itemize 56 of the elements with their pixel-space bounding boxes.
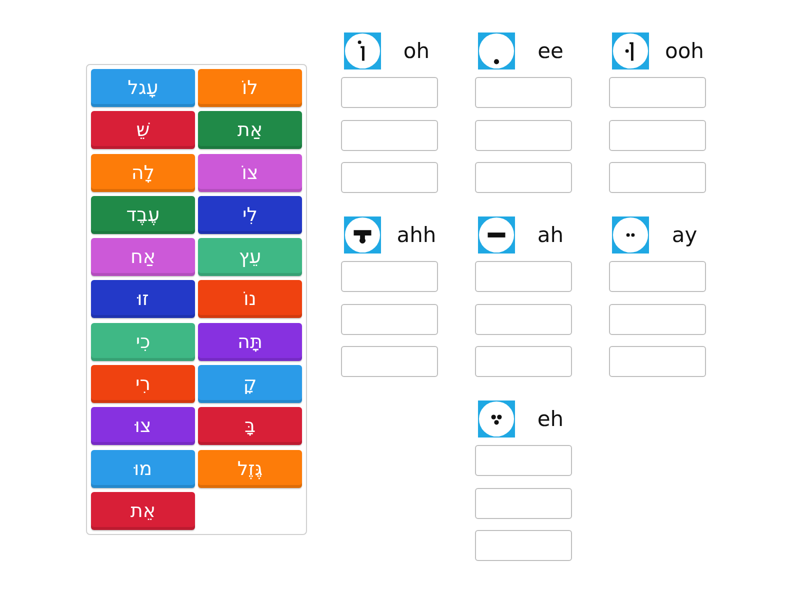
- word-tile[interactable]: זוּ: [91, 280, 195, 318]
- group-label: ay: [670, 223, 698, 247]
- word-tile[interactable]: עֵץ: [198, 238, 302, 276]
- answer-box[interactable]: [341, 120, 438, 150]
- word-tile[interactable]: לִי: [198, 196, 302, 234]
- group-label: eh: [536, 407, 565, 431]
- word-tile[interactable]: לוֹ: [198, 69, 302, 107]
- word-tile[interactable]: צוּ: [91, 407, 195, 446]
- answer-box[interactable]: [609, 346, 706, 377]
- segol-icon: [478, 400, 515, 438]
- group-label: oh: [402, 39, 431, 63]
- answer-box[interactable]: [609, 120, 706, 150]
- word-tile[interactable]: אֵת: [91, 492, 195, 530]
- answer-box[interactable]: [475, 445, 572, 476]
- word-tile[interactable]: שֵׁ: [91, 111, 195, 150]
- answer-box[interactable]: [475, 162, 572, 193]
- group-label: ahh: [396, 223, 438, 247]
- word-tile[interactable]: נוֹ: [198, 280, 302, 318]
- qamats-icon: [344, 216, 381, 254]
- answer-box[interactable]: [341, 304, 438, 334]
- answer-box[interactable]: [341, 261, 438, 292]
- word-tile[interactable]: צוֹ: [198, 154, 302, 192]
- word-tile[interactable]: קָ: [198, 365, 302, 404]
- shuruk-icon: [612, 32, 649, 70]
- answer-box[interactable]: [475, 77, 572, 108]
- group-label: ooh: [664, 39, 705, 63]
- word-tile[interactable]: רִי: [91, 365, 195, 404]
- patah-icon: [478, 216, 515, 254]
- answer-box[interactable]: [475, 261, 572, 292]
- word-tile[interactable]: אַת: [198, 111, 302, 150]
- answer-box[interactable]: [609, 77, 706, 108]
- tsere-icon: [612, 216, 649, 254]
- word-tile[interactable]: כִי: [91, 322, 195, 361]
- holam-icon: [344, 32, 381, 70]
- group-label: ah: [536, 223, 565, 247]
- answer-box[interactable]: [475, 530, 572, 561]
- word-tile[interactable]: אַח: [91, 238, 195, 276]
- word-tile[interactable]: תָּה: [198, 322, 302, 361]
- answer-box[interactable]: [609, 162, 706, 193]
- word-tile[interactable]: גֶּזֶל: [198, 450, 302, 488]
- answer-box[interactable]: [341, 77, 438, 108]
- word-tile[interactable]: עֶבֶד: [91, 196, 195, 234]
- answer-box[interactable]: [475, 304, 572, 334]
- answer-box[interactable]: [475, 120, 572, 150]
- hiriq-icon: [478, 32, 515, 70]
- word-tile[interactable]: בָּ: [198, 407, 302, 446]
- answer-box[interactable]: [609, 261, 706, 292]
- word-tile[interactable]: לָה: [91, 154, 195, 192]
- word-tile[interactable]: עָגל: [91, 69, 195, 107]
- answer-box[interactable]: [341, 346, 438, 377]
- answer-box[interactable]: [475, 488, 572, 518]
- word-tile[interactable]: מוּ: [91, 450, 195, 488]
- answer-box[interactable]: [475, 346, 572, 377]
- answer-box[interactable]: [341, 162, 438, 193]
- answer-box[interactable]: [609, 304, 706, 334]
- group-label: ee: [536, 39, 564, 63]
